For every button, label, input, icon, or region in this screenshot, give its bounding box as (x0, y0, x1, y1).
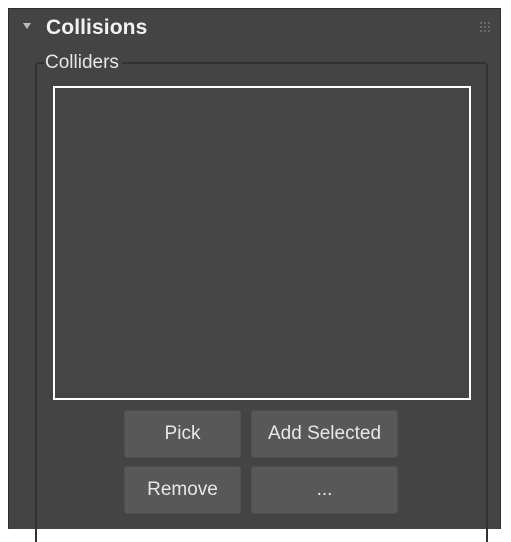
colliders-listbox[interactable] (53, 86, 471, 400)
colliders-group-label: Colliders (44, 52, 122, 74)
pick-button[interactable]: Pick (124, 410, 241, 458)
drag-handle-icon[interactable] (480, 22, 490, 32)
rollout-title: Collisions (46, 16, 148, 39)
add-selected-button[interactable]: Add Selected (251, 410, 398, 458)
more-options-button[interactable]: ... (251, 466, 398, 514)
rollout-header[interactable]: Collisions (9, 9, 500, 49)
collapse-arrow-icon[interactable] (23, 23, 31, 29)
collisions-rollout: Collisions Colliders Pick Add Selected R… (8, 8, 501, 542)
remove-button[interactable]: Remove (124, 466, 241, 514)
